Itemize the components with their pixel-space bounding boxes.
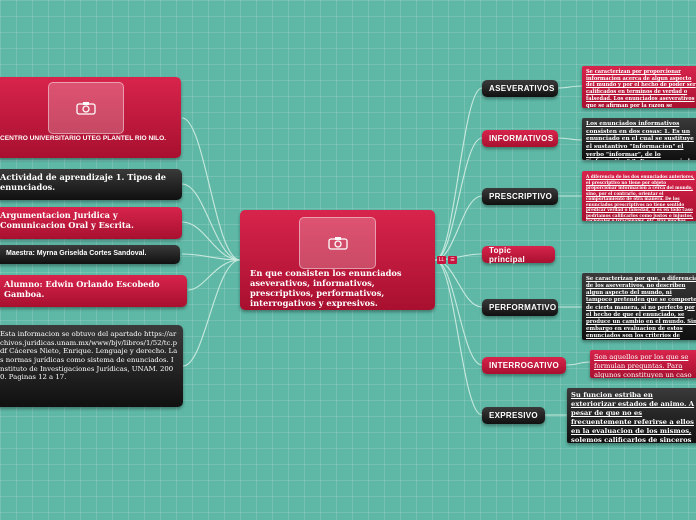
branch-interrogativo[interactable]: INTERROGATIVO — [482, 357, 566, 374]
branch-expresivo[interactable]: EXPRESIVO — [482, 407, 545, 424]
branch-performativo[interactable]: PERFORMATIVO — [482, 299, 558, 316]
central-topic[interactable]: En que consisten los enunciados aseverat… — [240, 210, 435, 310]
card-student-text: Alumno: Edwin Orlando Escobedo Gamboa. — [4, 279, 160, 299]
note-badge[interactable]: LL — [437, 256, 446, 264]
card-institution-text: CENTRO UNIVERSITARIO UTEG PLANTEL RIO NI… — [0, 135, 167, 142]
card-teacher[interactable]: Maestra: Myrna Griselda Cortes Sandoval. — [0, 245, 180, 264]
camera-icon — [76, 102, 96, 115]
detail-expresivo[interactable]: Su funcion estriba en exteriorizar estad… — [567, 388, 696, 443]
detail-prescriptivo[interactable]: A diferencia de los dos enunciados anter… — [582, 171, 696, 221]
card-activity-text: Actividad de aprendizaje 1. Tipos de enu… — [0, 172, 166, 192]
branch-aseverativos[interactable]: ASEVERATIVOS — [482, 80, 558, 97]
central-topic-title: En que consisten los enunciados aseverat… — [250, 268, 402, 308]
image-placeholder — [48, 82, 124, 134]
image-placeholder — [299, 217, 376, 269]
card-source-text: Esta informacion se obtuvo del apartado … — [0, 330, 178, 382]
card-institution[interactable]: CENTRO UNIVERSITARIO UTEG PLANTEL RIO NI… — [0, 77, 181, 158]
branch-informativos[interactable]: INFORMATIVOS — [482, 130, 558, 147]
card-source[interactable]: Esta informacion se obtuvo del apartado … — [0, 325, 183, 407]
card-subject-text: Argumentacion Juridica y Comunicacion Or… — [0, 210, 134, 230]
card-subject[interactable]: Argumentacion Juridica y Comunicacion Or… — [0, 207, 182, 239]
branch-topic-principal[interactable]: Topic principal — [482, 246, 555, 264]
list-icon[interactable]: ☰ — [448, 256, 457, 264]
card-activity[interactable]: Actividad de aprendizaje 1. Tipos de enu… — [0, 169, 182, 200]
branch-prescriptivo[interactable]: PRESCRIPTIVO — [482, 188, 558, 205]
card-student[interactable]: Alumno: Edwin Orlando Escobedo Gamboa. — [0, 275, 187, 307]
detail-informativos[interactable]: Los enunciados informativos consisten en… — [582, 118, 696, 160]
detail-performativo[interactable]: Se caracterizan por que, a diferencia de… — [582, 273, 696, 340]
camera-icon — [327, 237, 348, 250]
card-teacher-text: Maestra: Myrna Griselda Cortes Sandoval. — [6, 250, 147, 257]
detail-aseverativos[interactable]: Se caracterizan por proporcionar informa… — [582, 66, 696, 108]
detail-interrogativo[interactable]: Son aquellos por los que se formulan pre… — [590, 350, 696, 378]
